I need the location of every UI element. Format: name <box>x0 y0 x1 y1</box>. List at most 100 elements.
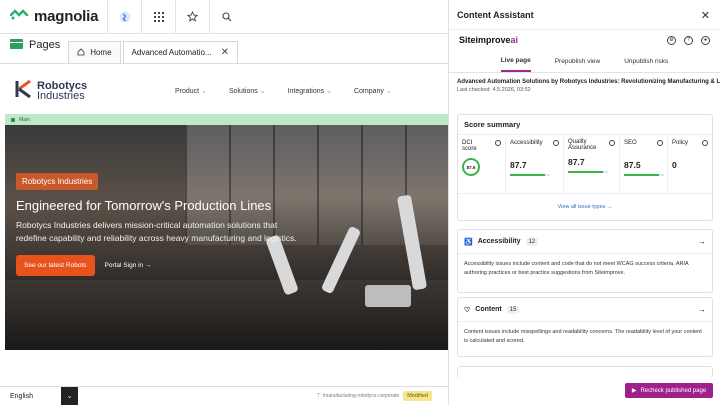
site-brand-text: Robotycs Industries <box>37 81 87 102</box>
tab-prepublish-view[interactable]: Prepublish view <box>555 53 601 72</box>
tab-page-editor-label: Advanced Automatio... <box>131 48 212 57</box>
panel-title: Content Assistant <box>449 0 720 30</box>
tab-home-label: Home <box>90 48 112 57</box>
chevron-down-icon: ⌄ <box>66 393 73 400</box>
help-icon[interactable] <box>702 140 708 146</box>
favorites-star-icon <box>187 11 198 22</box>
robotycs-logo-icon <box>15 79 33 104</box>
tab-page-editor[interactable]: Advanced Automatio... ✕ <box>122 41 238 63</box>
metric-qa-value: 87.7 <box>568 157 585 167</box>
content-category-title: Content <box>475 306 502 313</box>
site-nav: Product Solutions Integrations Company <box>175 87 392 95</box>
metric-accessibility-label: Accessibility <box>510 140 543 146</box>
next-category-card <box>457 366 713 378</box>
metric-seo-value: 87.5 <box>624 160 641 170</box>
hero-section[interactable]: Robotycs Industries Engineered for Tomor… <box>5 125 448 350</box>
account-icon[interactable]: ● <box>701 35 710 45</box>
nav-integrations[interactable]: Integrations <box>288 87 332 95</box>
apps-grid-button[interactable] <box>142 0 176 34</box>
home-icon <box>77 47 85 58</box>
main-area-label: Main <box>19 116 30 123</box>
app-brand-name: magnolia <box>34 8 99 25</box>
view-all-issue-types-link[interactable]: View all issue types → <box>458 193 712 216</box>
score-summary-title: Score summary <box>458 115 712 135</box>
app-logo[interactable]: magnolia <box>0 0 108 34</box>
site-header: Robotycs Industries Product Solutions In… <box>5 68 448 114</box>
see-robots-button[interactable]: See our latest Robots <box>16 255 95 276</box>
metric-accessibility-fill <box>510 174 546 176</box>
site-brand-line2: Industries <box>37 90 85 102</box>
tab-live-page[interactable]: Live page <box>500 53 531 72</box>
assistant-button[interactable] <box>108 0 142 34</box>
score-metrics: DCI score 87.6 Accessibility 87.7 Qualit… <box>458 135 712 193</box>
recheck-button-label: Recheck published page <box>640 387 707 394</box>
status-badge: Modified <box>403 391 432 401</box>
page-path-icon: ⊤ <box>316 393 321 399</box>
hero-text: Robotycs Industries delivers mission-cri… <box>16 220 297 243</box>
hero-tag: Robotycs Industries <box>16 173 99 190</box>
search-icon <box>222 11 232 22</box>
close-icon[interactable]: ✕ <box>701 9 710 22</box>
main-area-bar[interactable]: Main <box>5 114 448 125</box>
siteimprove-tabs: Live page Prepublish view Unpublish risk… <box>449 53 720 73</box>
search-button[interactable] <box>210 0 244 34</box>
metric-seo[interactable]: SEO 87.5 <box>620 135 668 193</box>
help-icon[interactable] <box>495 140 501 146</box>
accessibility-category-description: Accessibility issues include content and… <box>464 261 689 276</box>
settings-gear-icon[interactable]: ⚙ <box>667 35 676 45</box>
accessibility-category-card: ♿ Accessibility 12 → Accessibility issue… <box>457 229 713 293</box>
tab-home[interactable]: Home <box>68 41 121 63</box>
metric-accessibility-value: 87.7 <box>510 160 527 170</box>
accessibility-issue-count: 12 <box>525 237 539 246</box>
content-icon: ♡ <box>464 306 471 314</box>
hero-ctas: See our latest Robots Portal Sign in → <box>16 255 316 276</box>
help-icon[interactable] <box>553 140 559 146</box>
pages-tab-bar: Pages Home Advanced Automatio... ✕ <box>0 36 448 64</box>
language-selector-label[interactable]: English <box>0 393 61 400</box>
site-brand[interactable]: Robotycs Industries <box>5 79 175 104</box>
nav-solutions[interactable]: Solutions <box>229 87 266 95</box>
nav-product[interactable]: Product <box>175 87 207 95</box>
pages-app-label: Pages <box>0 35 68 63</box>
help-icon[interactable]: ? <box>684 35 693 45</box>
recheck-icon: ▶ <box>631 388 637 394</box>
siteimprove-header: Siteimproveai ⚙ ? ● <box>449 30 720 50</box>
metric-policy[interactable]: Policy 0 <box>668 135 712 193</box>
page-path: ⊤ /manufacturing-robotycs-corporate <box>316 393 399 399</box>
audited-page-title: Advanced Automation Solutions by Robotyc… <box>457 79 720 85</box>
assistant-icon <box>119 11 131 23</box>
editor-status-bar: English ⌄ ⊤ /manufacturing-robotycs-corp… <box>0 386 448 405</box>
page-preview: Robotycs Industries Product Solutions In… <box>5 68 448 350</box>
siteimprove-logo: Siteimproveai <box>459 35 519 45</box>
metric-quality-assurance[interactable]: Quality Assurance 87.7 <box>564 135 620 193</box>
accessibility-category-header[interactable]: ♿ Accessibility 12 → <box>458 230 712 254</box>
top-bar: magnolia <box>0 0 448 34</box>
magnolia-logo-icon <box>9 7 30 26</box>
recheck-published-page-button[interactable]: ▶ Recheck published page <box>625 383 713 398</box>
app-root: magnolia Pages Home Advanced Automatio..… <box>0 0 720 405</box>
portal-sign-in-link[interactable]: Portal Sign in → <box>105 262 152 269</box>
help-icon[interactable] <box>657 140 663 146</box>
metric-dci[interactable]: DCI score 87.6 <box>458 135 506 193</box>
close-tab-icon[interactable]: ✕ <box>221 47 229 58</box>
accessibility-icon: ♿ <box>464 238 473 246</box>
pages-app-icon <box>10 38 23 52</box>
language-dropdown-button[interactable]: ⌄ <box>61 386 78 405</box>
content-assistant-panel: Content Assistant ✕ Siteimproveai ⚙ ? ● … <box>448 0 720 405</box>
last-checked-timestamp: Last checked: 4.5.2026, 03:52 <box>457 87 531 93</box>
tab-unpublish-risks[interactable]: Unpublish risks <box>624 53 668 72</box>
page-path-text: /manufacturing-robotycs-corporate <box>322 393 400 399</box>
nav-company[interactable]: Company <box>354 87 392 95</box>
favorites-button[interactable] <box>176 0 210 34</box>
content-category-header[interactable]: ♡ Content 15 → <box>458 298 712 322</box>
metric-accessibility-bar <box>510 174 550 176</box>
arrow-right-icon[interactable]: → <box>698 305 706 314</box>
help-icon[interactable] <box>609 140 615 146</box>
dci-score-circle: 87.6 <box>462 158 480 176</box>
robot-cart-image <box>365 285 411 307</box>
arrow-right-icon[interactable]: → <box>698 237 706 246</box>
metric-qa-label: Quality Assurance <box>568 139 597 151</box>
metric-accessibility[interactable]: Accessibility 87.7 <box>506 135 564 193</box>
metric-qa-fill <box>568 171 604 173</box>
content-issue-count: 15 <box>506 305 520 314</box>
